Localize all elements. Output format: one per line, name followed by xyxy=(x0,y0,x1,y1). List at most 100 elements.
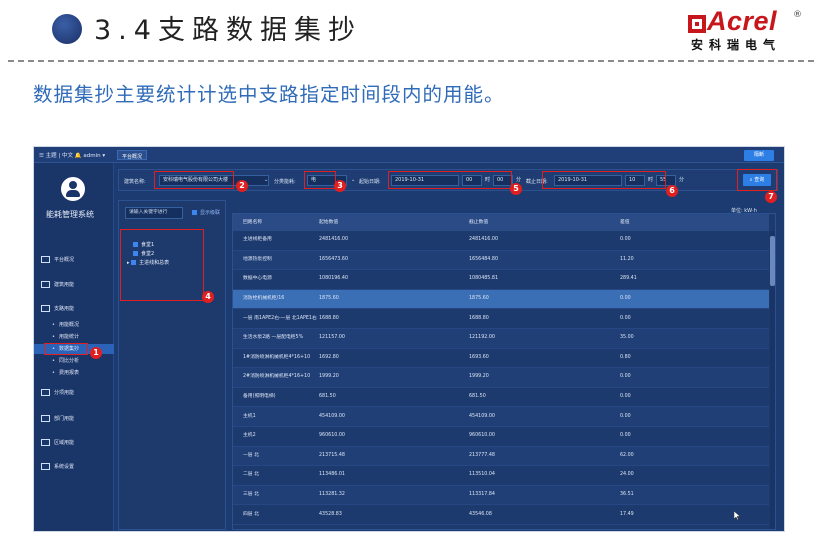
table-cell: 289.41 xyxy=(620,276,637,282)
table-cell: 1693.60 xyxy=(469,354,489,360)
tab-platform-overview[interactable]: 平台概况 xyxy=(117,150,148,160)
sidebar-item-label: 费用报表 xyxy=(58,370,79,376)
chevron-down-icon[interactable]: ⌄ xyxy=(351,175,355,186)
table-cell: 681.50 xyxy=(319,394,336,400)
badge-1: 1 xyxy=(90,347,102,359)
table-cell: 生活水泵2路 一层配电柜5% xyxy=(243,335,304,341)
table-cell: 三层 北 xyxy=(243,492,259,498)
table-cell: 960610.00 xyxy=(469,433,495,439)
sidebar-item-label: 分项用能 xyxy=(54,390,75,396)
table-cell: 二层 北 xyxy=(243,472,259,478)
mouse-cursor-icon xyxy=(734,511,740,520)
table-row[interactable]: 备用(照明电梯) 681.50 681.50 0.00 xyxy=(233,388,769,408)
sidebar-item[interactable]: 用能统计 xyxy=(34,332,114,342)
checkbox-icon[interactable] xyxy=(192,210,197,215)
table-row[interactable]: 主机2 960610.00 960610.00 0.00 xyxy=(233,427,769,447)
table-cell: 地源热泵控制 xyxy=(243,256,272,262)
table-cell: 43528.83 xyxy=(319,511,342,517)
column-header[interactable]: 回路名称 xyxy=(243,220,262,226)
table-row[interactable]: 三层 北 113281.32 113317.84 36.51 xyxy=(233,485,769,506)
slide: 3.4支路数据集抄 Acrel ® 安科瑞电气 数据集抄主要统计计选中支路指定时… xyxy=(0,0,820,553)
registered-mark: ® xyxy=(793,10,802,20)
table-row[interactable]: 消防栓机械机柜/16 1875.60 1875.60 0.00 xyxy=(233,289,769,310)
table-cell: 1688.80 xyxy=(469,315,489,321)
start-date-label: 起始日期: xyxy=(359,179,381,185)
sidebar-item[interactable]: 部门用能 xyxy=(34,414,114,424)
table-row[interactable]: 主进线柜备用 2481416.00 2481416.00 0.00 xyxy=(233,231,769,251)
sidebar-item-label: 支路用能 xyxy=(54,306,75,312)
table-row[interactable]: 数据中心电源 1080196.40 1080485.81 289.41 xyxy=(233,270,769,290)
cascade-checkbox[interactable]: 显示级联 xyxy=(192,209,220,216)
sidebar-item-label: 建筑用能 xyxy=(54,282,75,288)
highlight-box-5 xyxy=(388,171,512,189)
bullet-circle-icon xyxy=(52,14,82,44)
sidebar-item[interactable]: 建筑用能 xyxy=(34,280,114,290)
logo-chinese: 安科瑞电气 xyxy=(691,38,782,52)
badge-7: 7 xyxy=(765,191,777,203)
sidebar-item-label: 用能概况 xyxy=(58,322,79,328)
table-row[interactable]: 2#消防喷淋机械机柜4*16+10 1999.20 1999.20 0.00 xyxy=(233,368,769,388)
table-cell: 121192.00 xyxy=(469,335,495,341)
table-row[interactable]: 一层 南1APE2右-一层 北1APE1右 1688.80 1688.80 0.00 xyxy=(233,309,769,329)
table-cell: 1875.60 xyxy=(469,296,489,302)
sidebar-item[interactable]: 同比分析 xyxy=(34,356,114,366)
highlight-box-6 xyxy=(542,171,666,189)
table-cell: 454109.00 xyxy=(319,413,345,419)
table-cell: 113281.32 xyxy=(319,492,345,498)
table-row[interactable]: 主机1 454109.00 454109.00 0.00 xyxy=(233,407,769,427)
table-cell: 213777.48 xyxy=(469,452,495,458)
acrel-mark-icon xyxy=(688,15,706,33)
building-icon xyxy=(41,281,50,288)
chevron-down-icon[interactable]: ⌄ xyxy=(264,175,268,186)
highlight-box-7 xyxy=(737,169,777,191)
table-cell: 24.00 xyxy=(620,472,634,478)
table-cell: 消防栓机械机柜/16 xyxy=(243,296,285,302)
table-cell: 113486.01 xyxy=(319,472,345,478)
table-cell: 1656473.60 xyxy=(319,256,348,262)
column-header[interactable]: 起始数值 xyxy=(319,220,338,226)
table-cell: 121157.00 xyxy=(319,335,345,341)
sidebar-item-label: 系统设置 xyxy=(54,464,75,470)
minute-unit: 分 xyxy=(679,177,685,183)
table-cell: 113510.04 xyxy=(469,472,495,478)
table-cell: 0.00 xyxy=(620,315,631,321)
table-row[interactable]: 1#消防喷淋机械机柜4*16+10 1692.80 1693.60 0.80 xyxy=(233,349,769,369)
table-row[interactable]: 一层 北 213715.48 213777.48 62.00 xyxy=(233,446,769,467)
table-row[interactable]: 生活水泵2路 一层配电柜5% 121157.00 121192.00 35.00 xyxy=(233,329,769,349)
sidebar-item-label: 同比分析 xyxy=(58,358,79,364)
badge-3: 3 xyxy=(334,180,346,192)
sidebar-item[interactable]: 费用报表 xyxy=(34,368,114,378)
sidebar-item-label: 平台概况 xyxy=(54,257,75,263)
highlight-box-3 xyxy=(304,171,336,189)
sidebar-item[interactable]: 分项用能 xyxy=(34,388,114,398)
table-row[interactable]: 二层 北 113486.01 113510.04 24.00 xyxy=(233,466,769,486)
sidebar-item-label: 区域用能 xyxy=(54,440,75,446)
sidebar-item[interactable]: 系统设置 xyxy=(34,462,114,472)
table-row[interactable]: 地源热泵控制 1656473.60 1656484.80 11.20 xyxy=(233,250,769,271)
column-header[interactable]: 差值 xyxy=(620,220,630,226)
table-cell: 960610.00 xyxy=(319,433,345,439)
building-label: 建筑名称: xyxy=(124,179,146,185)
column-header[interactable]: 截止数值 xyxy=(469,220,488,226)
table-cell: 0.00 xyxy=(620,413,631,419)
table-cell: 一层 南1APE2右-一层 北1APE1右 xyxy=(243,315,317,321)
table-cell: 主机1 xyxy=(243,413,256,419)
sidebar-item[interactable]: 用能概况 xyxy=(34,320,114,330)
table-cell: 2#消防喷淋机械机柜4*16+10 xyxy=(243,374,311,380)
top-right-button[interactable]: 隔断 xyxy=(744,150,774,161)
top-bar: ☰ 主题 | 中文 🔔 admin ▾ 平台概况 隔断 xyxy=(34,147,784,163)
avatar-icon xyxy=(61,177,85,201)
table-cell: 1875.60 xyxy=(319,296,339,302)
branch-icon xyxy=(41,305,50,312)
logo-wordmark: Acrel xyxy=(707,6,778,36)
highlight-box-1 xyxy=(44,343,88,355)
tree-search-input[interactable]: 请输入关键字进行 xyxy=(125,207,183,219)
sidebar-item[interactable]: 平台概况 xyxy=(34,255,114,265)
sidebar-item[interactable]: 区域用能 xyxy=(34,438,114,448)
scrollbar-thumb[interactable] xyxy=(770,236,775,286)
table-cell: 454109.00 xyxy=(469,413,495,419)
table-row[interactable]: 四层 北 43528.83 43546.08 17.49 xyxy=(233,505,769,525)
sidebar-item[interactable]: 支路用能 xyxy=(34,304,114,314)
user-menu[interactable]: ☰ 主题 | 中文 🔔 admin ▾ xyxy=(39,151,105,159)
table-cell: 62.00 xyxy=(620,452,634,458)
